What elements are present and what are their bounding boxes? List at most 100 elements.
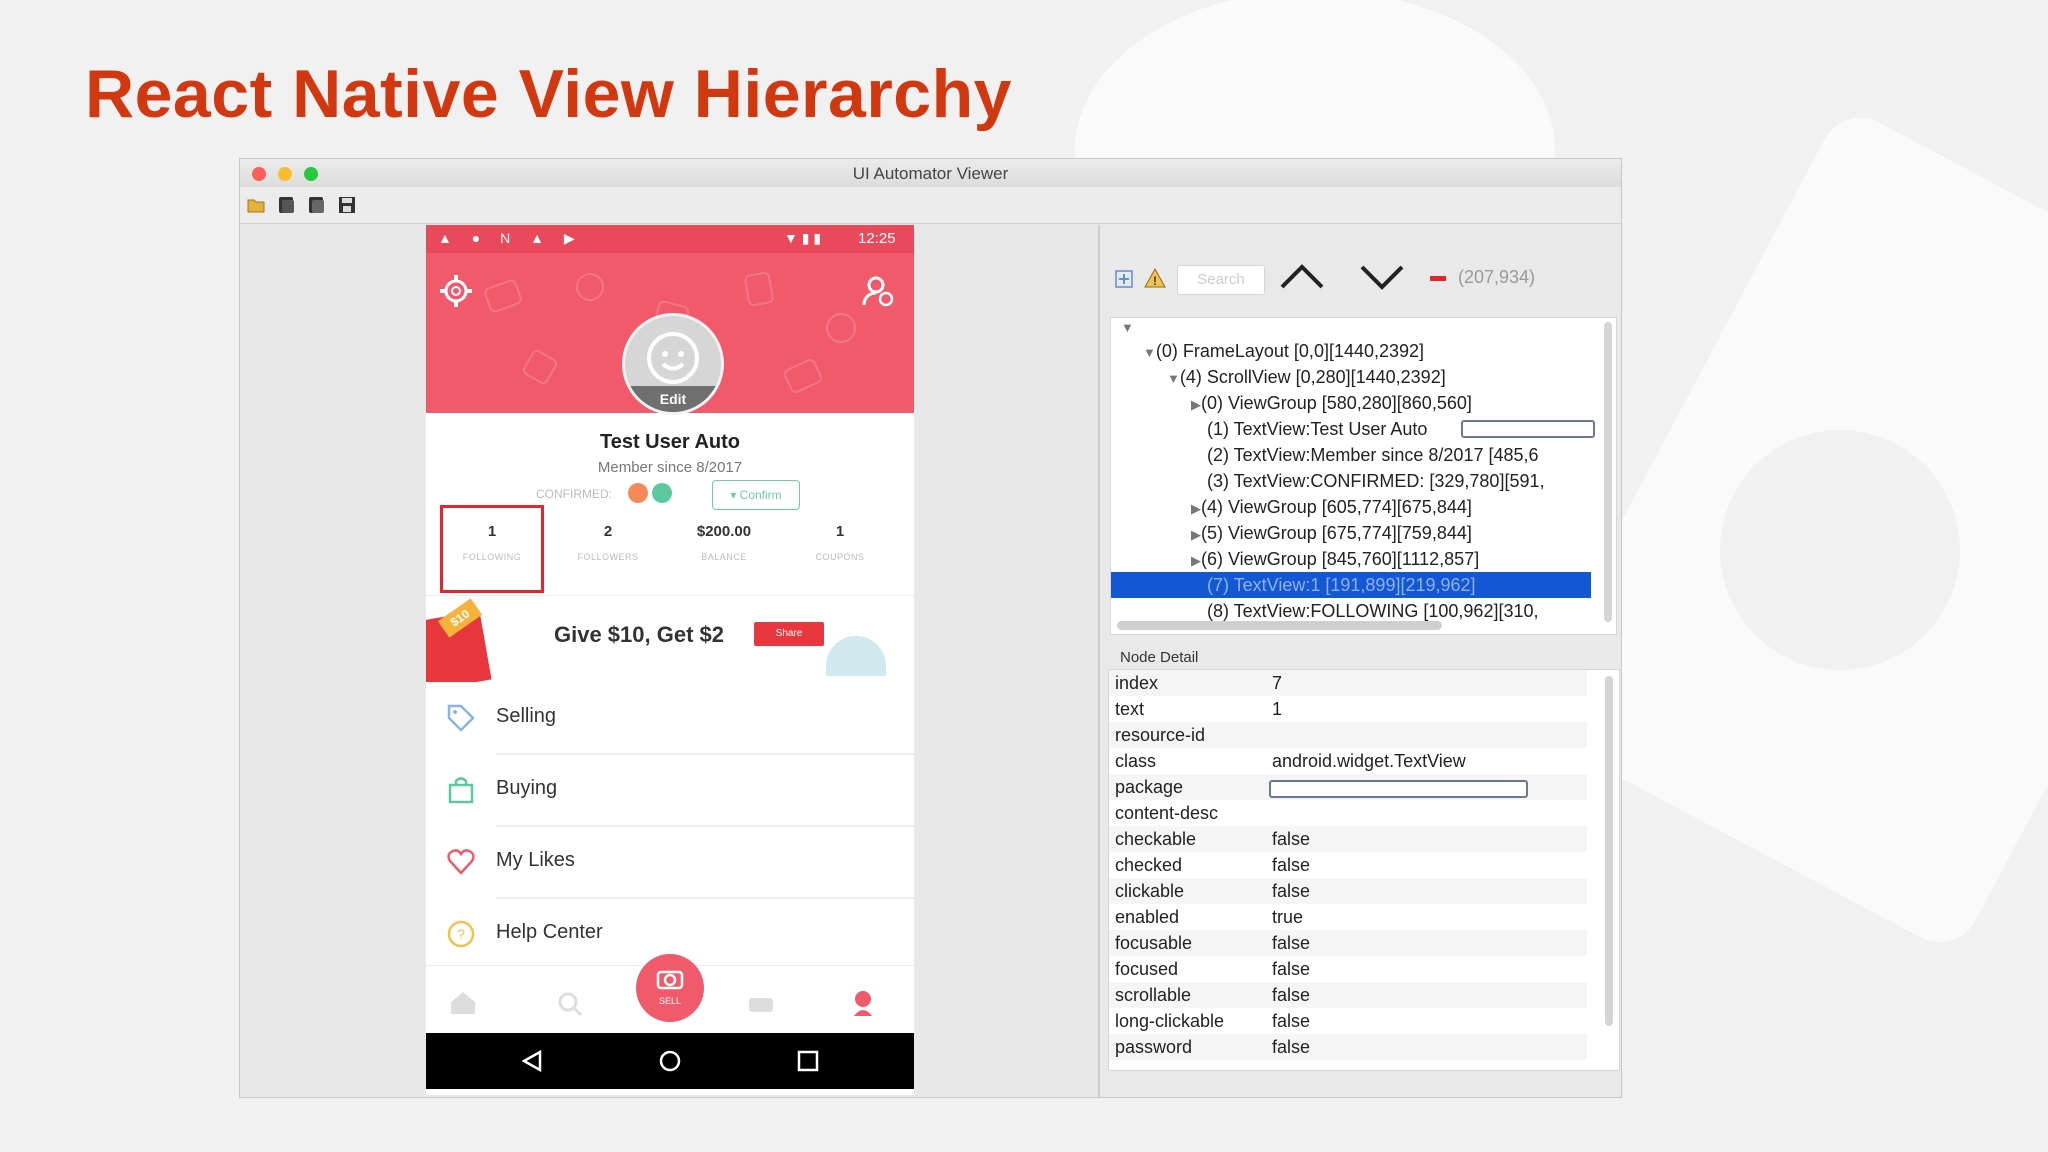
- menu-item-label: Buying: [496, 777, 558, 799]
- stat-value: 2: [603, 523, 613, 540]
- phone-confirmed-icon: [652, 483, 672, 503]
- tag-icon: [447, 704, 475, 732]
- profile-icon[interactable]: [848, 988, 878, 1018]
- tree-vertical-scrollbar[interactable]: [1604, 322, 1612, 622]
- detail-row: text 1: [1115, 699, 1283, 719]
- node-detail-table: index 7 text 1 resource-id class android.wi…: [1108, 669, 1620, 1071]
- detail-vertical-scrollbar[interactable]: [1605, 676, 1613, 1026]
- search-icon[interactable]: [556, 990, 584, 1018]
- banner-decoration: [826, 636, 886, 676]
- detail-row: checked false: [1115, 855, 1311, 875]
- confirm-button-label: Confirm: [739, 488, 782, 502]
- home-circle-icon[interactable]: [658, 1049, 682, 1073]
- chevron-down-icon[interactable]: [1358, 261, 1406, 291]
- redacted-bounds: [1461, 420, 1595, 438]
- hierarchy-toolbar: ! Search (207,934): [1100, 225, 1621, 305]
- detail-row: resource-id: [1109, 722, 1587, 748]
- title-bar: UI Automator Viewer: [240, 159, 1621, 188]
- stat-balance[interactable]: $200.00 BALANCE: [666, 515, 782, 585]
- notification-icons: ▲ ● N ▲ ▶: [438, 230, 583, 246]
- back-icon[interactable]: [520, 1049, 544, 1073]
- tree-row[interactable]: ▶(0) ViewGroup [580,280][860,560]: [1111, 390, 1591, 416]
- stat-followers[interactable]: 2 FOLLOWERS: [550, 515, 666, 585]
- avatar-face-icon: [647, 332, 699, 384]
- email-confirmed-icon: [628, 483, 648, 503]
- status-time: 12:25: [858, 230, 896, 247]
- save-icon[interactable]: [336, 194, 358, 216]
- sell-label: SELL: [658, 996, 682, 1006]
- confirm-button[interactable]: ▾ Confirm: [712, 480, 800, 510]
- warning-icon[interactable]: !: [1144, 267, 1166, 289]
- detail-row: focused false: [1115, 959, 1311, 979]
- tree-root-toggle[interactable]: ▼: [1121, 320, 1134, 335]
- stat-label: BALANCE: [701, 552, 747, 562]
- recents-icon[interactable]: [796, 1049, 820, 1073]
- avatar[interactable]: Edit: [622, 313, 724, 415]
- shopping-bag-icon: [448, 777, 474, 804]
- detail-row: scrollable false: [1109, 982, 1587, 1008]
- screenshot-pane: ▲ ● N ▲ ▶ ▼ ▮ ▮ 12:25 Edit Test User Aut…: [240, 225, 1100, 1097]
- detail-row: checkable false: [1109, 826, 1587, 852]
- clear-icon[interactable]: [1430, 276, 1446, 281]
- tree-row-selected[interactable]: (7) TextView:1 [191,899][219,962]: [1111, 572, 1591, 598]
- add-friend-icon[interactable]: [860, 273, 896, 309]
- bottom-nav: SELL: [426, 954, 914, 1034]
- device-screenshot-compressed-icon[interactable]: [306, 194, 328, 216]
- stat-value: $200.00: [696, 523, 752, 540]
- ui-automator-window: UI Automator Viewer ▲ ● N ▲ ▶ ▼ ▮ ▮ 12:2…: [239, 158, 1622, 1098]
- detail-row: package: [1109, 774, 1587, 800]
- svg-text:!: !: [1153, 274, 1157, 288]
- confirmed-label: CONFIRMED:: [536, 487, 612, 501]
- referral-banner[interactable]: $10 Give $10, Get $2 Share: [426, 595, 914, 682]
- sell-button[interactable]: SELL: [636, 954, 704, 1022]
- tree-row[interactable]: (3) TextView:CONFIRMED: [329,780][591,: [1111, 468, 1591, 494]
- search-input[interactable]: Search: [1177, 265, 1265, 295]
- stat-label: FOLLOWERS: [577, 552, 639, 562]
- banner-share-button[interactable]: Share: [754, 622, 824, 646]
- menu-item-selling[interactable]: Selling: [426, 683, 914, 755]
- toolbar: [240, 187, 1621, 224]
- edit-avatar-label[interactable]: Edit: [625, 386, 721, 412]
- window-title: UI Automator Viewer: [852, 164, 1009, 183]
- tree-horizontal-scrollbar[interactable]: [1117, 621, 1442, 630]
- background-circle-2: [1720, 430, 1960, 670]
- home-icon[interactable]: [448, 990, 478, 1016]
- stat-value: 1: [835, 523, 845, 540]
- hierarchy-pane: ! Search (207,934) ▼ ▼(0) FrameLayout [0…: [1100, 225, 1621, 1097]
- tree-row[interactable]: ▶(4) ViewGroup [605,774][675,844]: [1111, 494, 1591, 520]
- menu-item-my-likes[interactable]: My Likes: [426, 827, 914, 899]
- inbox-icon[interactable]: [746, 992, 776, 1016]
- settings-gear-icon[interactable]: [438, 273, 474, 309]
- banner-text: Give $10, Get $2: [554, 622, 724, 647]
- menu-item-label: My Likes: [496, 849, 575, 871]
- stat-coupons[interactable]: 1 COUPONS: [782, 515, 898, 585]
- node-detail-label: Node Detail: [1120, 649, 1199, 666]
- hierarchy-tree[interactable]: ▼ ▼(0) FrameLayout [0,0][1440,2392] ▼(4)…: [1110, 317, 1617, 635]
- device-screenshot[interactable]: ▲ ● N ▲ ▶ ▼ ▮ ▮ 12:25 Edit Test User Aut…: [426, 225, 914, 1095]
- redacted-package: [1269, 780, 1528, 798]
- detail-row: content-desc: [1115, 803, 1219, 823]
- tree-row[interactable]: (2) TextView:Member since 8/2017 [485,6: [1111, 442, 1591, 468]
- stat-label: COUPONS: [815, 552, 865, 562]
- tree-row[interactable]: (1) TextView:Test User Auto: [1111, 416, 1595, 442]
- detail-row: index 7: [1109, 670, 1587, 696]
- menu-item-buying[interactable]: Buying: [426, 755, 914, 827]
- tree-row[interactable]: ▼(0) FrameLayout [0,0][1440,2392]: [1111, 338, 1591, 364]
- detail-row: enabled true: [1115, 907, 1304, 927]
- status-bar: ▲ ● N ▲ ▶ ▼ ▮ ▮ 12:25: [426, 225, 914, 253]
- tree-row[interactable]: ▼(4) ScrollView [0,280][1440,2392]: [1111, 364, 1591, 390]
- open-folder-icon[interactable]: [246, 194, 268, 216]
- selected-node-highlight: [440, 505, 544, 593]
- confirm-shield-icon: ▾: [730, 488, 740, 502]
- chevron-up-icon[interactable]: [1278, 261, 1326, 291]
- detail-row: long-clickable false: [1115, 1011, 1311, 1031]
- heart-icon: [447, 849, 475, 875]
- detail-row: password false: [1109, 1034, 1587, 1060]
- device-screenshot-icon[interactable]: [276, 194, 298, 216]
- expand-all-icon[interactable]: [1114, 269, 1134, 289]
- tree-row[interactable]: ▶(5) ViewGroup [675,774][759,844]: [1111, 520, 1591, 546]
- camera-icon: [656, 970, 684, 990]
- slide-title: React Native View Hierarchy: [85, 56, 1012, 132]
- detail-row: focusable false: [1109, 930, 1587, 956]
- tree-row[interactable]: ▶(6) ViewGroup [845,760][1112,857]: [1111, 546, 1591, 572]
